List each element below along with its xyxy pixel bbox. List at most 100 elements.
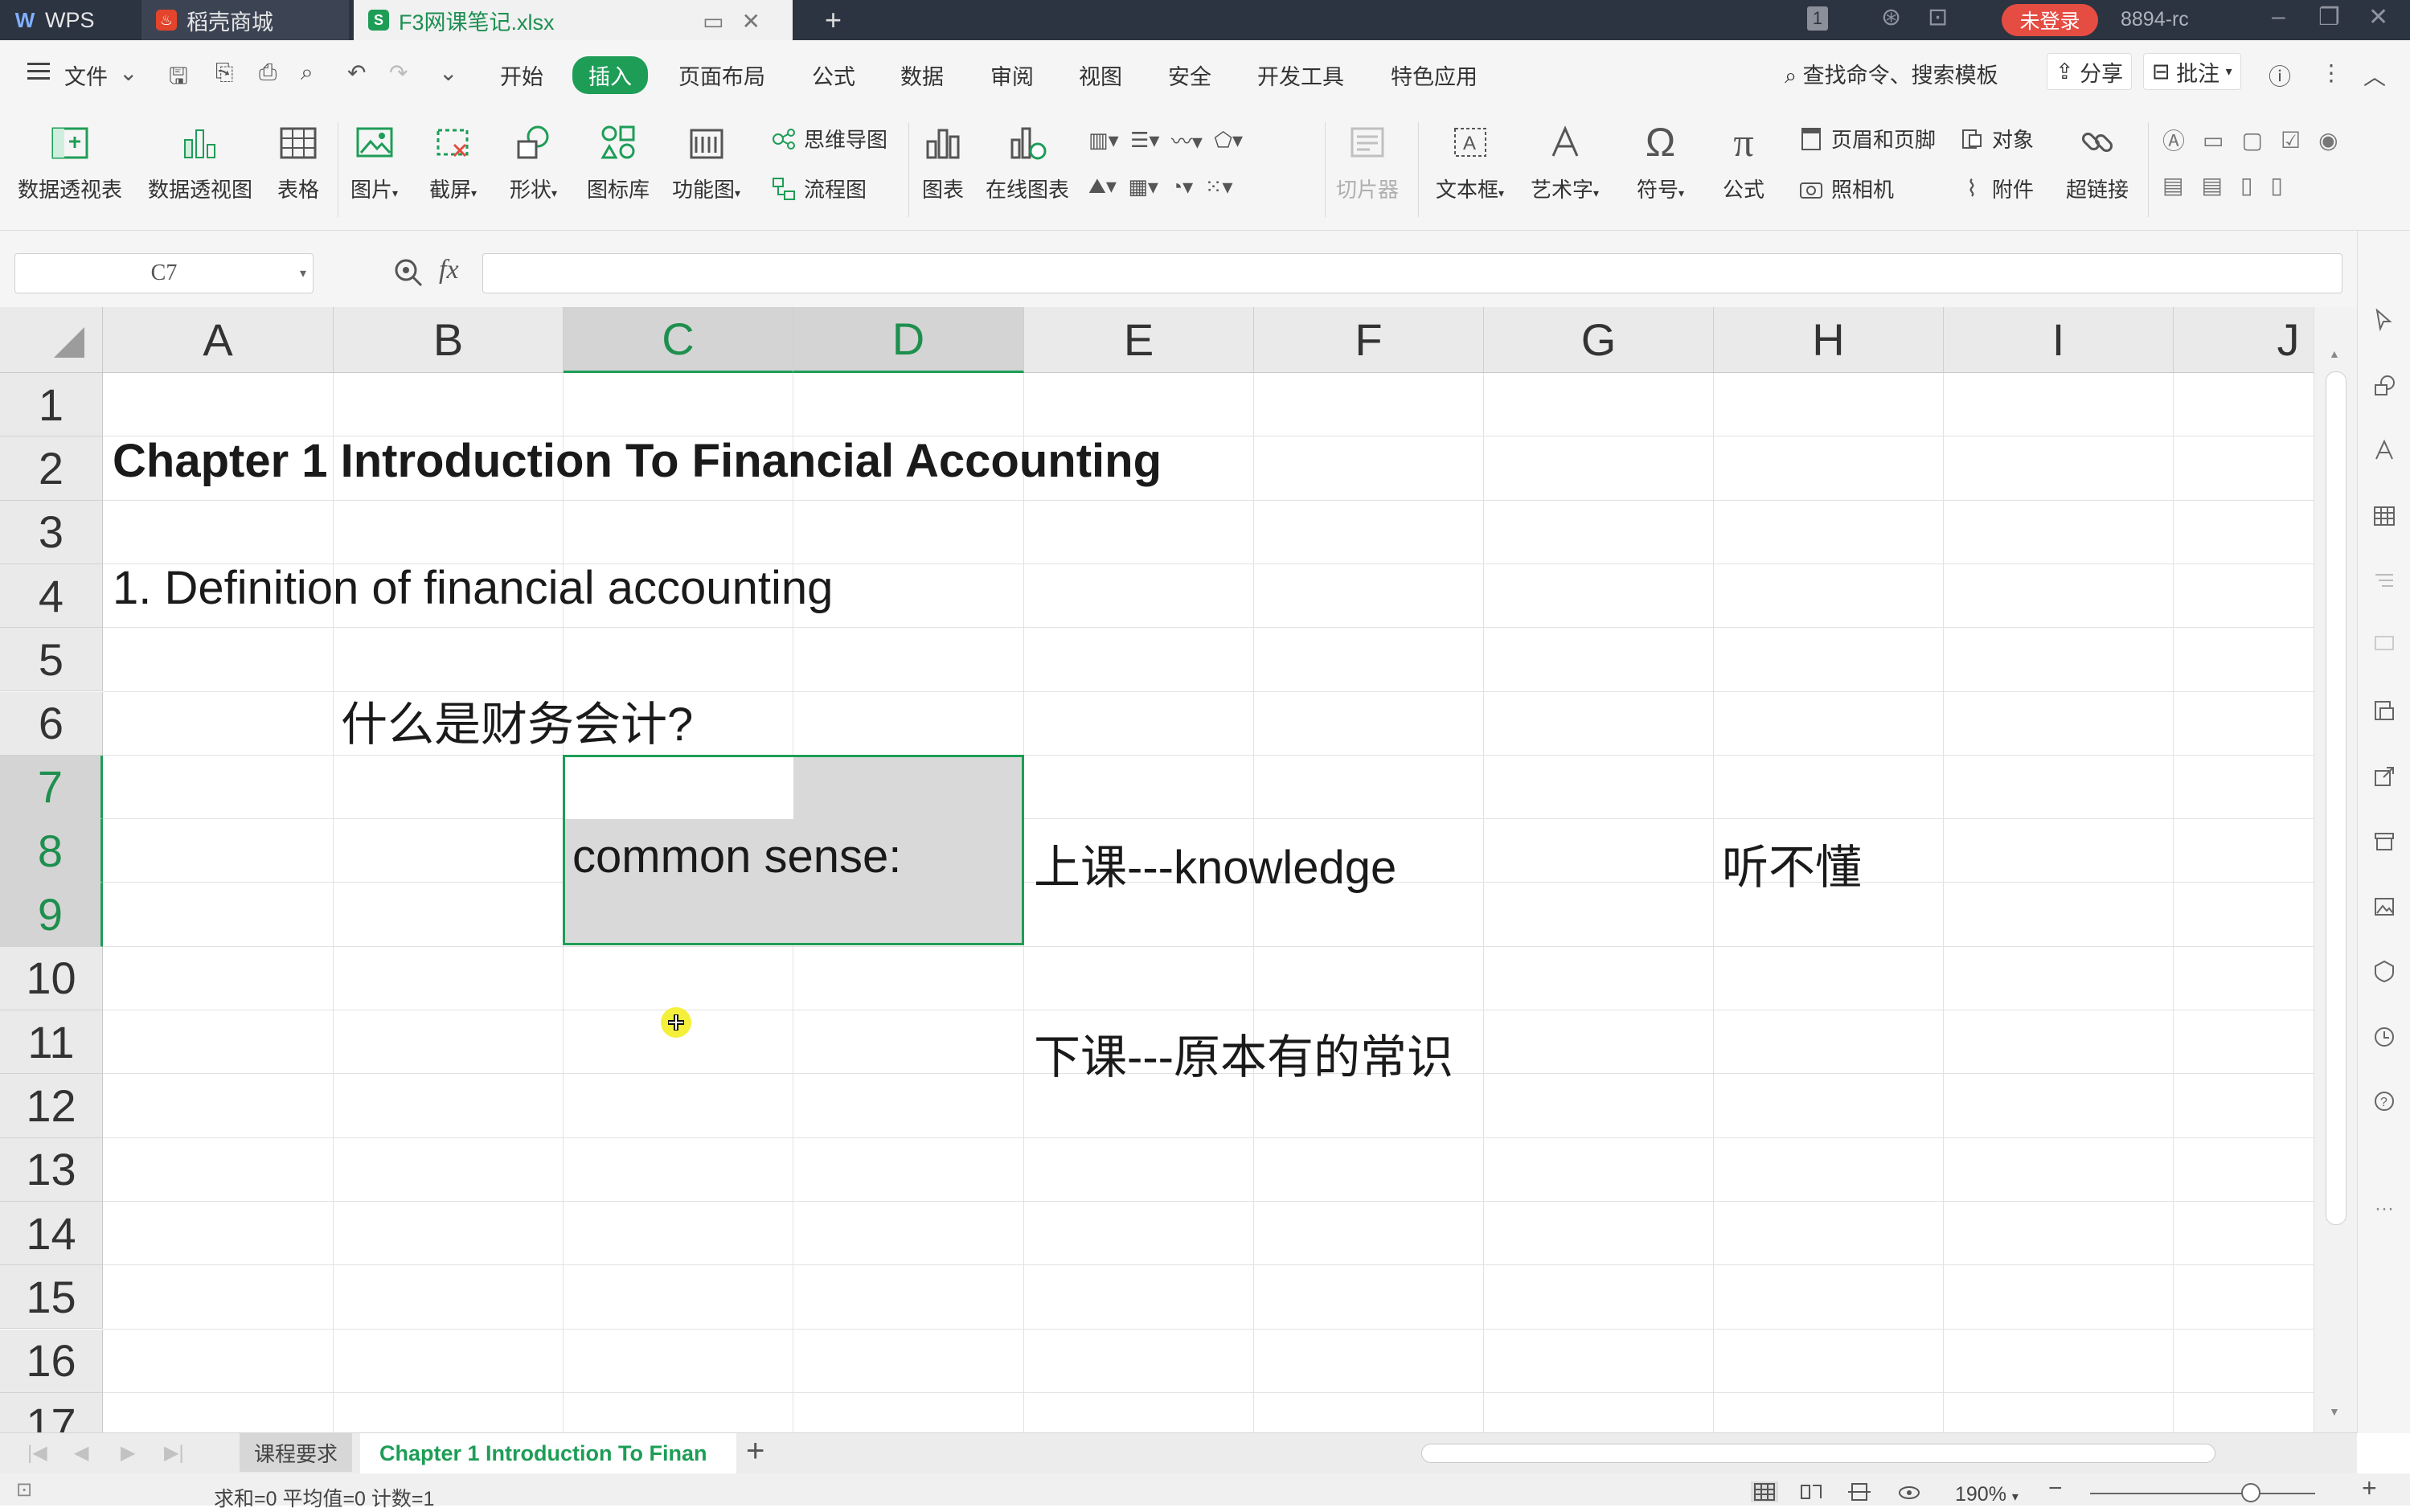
close-icon[interactable]: ✕ — [2368, 3, 2388, 31]
minimize-icon[interactable]: – — [2272, 3, 2285, 31]
column-header-J[interactable]: J — [2174, 307, 2314, 373]
menu-view[interactable]: 视图 — [1079, 59, 1122, 91]
row-header-9[interactable]: 9 — [0, 883, 103, 947]
column-header-H[interactable]: H — [1714, 307, 1944, 373]
skin-icon[interactable]: ⊛ — [1881, 3, 1901, 31]
horizontal-scroll-thumb[interactable] — [1421, 1444, 2215, 1463]
wps-home-tab[interactable]: W WPS — [0, 0, 137, 40]
pivot-chart-button[interactable]: 数据透视图 — [148, 121, 252, 203]
object-button[interactable]: 对象 — [1958, 124, 2034, 154]
vertical-scroll-thumb[interactable] — [2326, 371, 2346, 1225]
sheet-tab-course-requirements[interactable]: 课程要求 — [240, 1433, 352, 1472]
select-all-corner[interactable] — [0, 307, 103, 373]
vertical-scrollbar[interactable]: ▲ ▼ — [2314, 307, 2358, 1432]
eye-protection-icon[interactable] — [1896, 1481, 1923, 1502]
header-footer-button[interactable]: 页眉和页脚 — [1797, 124, 1936, 154]
row-header-4[interactable]: 4 — [0, 563, 103, 629]
camera-button[interactable]: 照相机 — [1797, 174, 1894, 203]
horizontal-scrollbar[interactable] — [1415, 1441, 2291, 1464]
row-header-16[interactable]: 16 — [0, 1329, 103, 1393]
history-panel-icon[interactable] — [2371, 1023, 2398, 1051]
add-sheet-button[interactable]: + — [746, 1433, 764, 1469]
row-header-15[interactable]: 15 — [0, 1265, 103, 1330]
radar-chart-icon[interactable]: ⬠▾ — [1214, 128, 1243, 153]
macro-record-icon[interactable]: ⊡ — [16, 1478, 32, 1502]
column-header-F[interactable]: F — [1254, 307, 1484, 373]
zoom-slider[interactable] — [2090, 1493, 2315, 1494]
name-box[interactable]: C7 ▾ — [14, 253, 314, 293]
filter-panel-icon[interactable] — [2371, 567, 2398, 594]
column-header-D[interactable]: D — [793, 307, 1024, 373]
undo-icon[interactable]: ↶ — [347, 59, 366, 86]
help-panel-icon[interactable]: ? — [2371, 1088, 2398, 1115]
zoom-slider-thumb[interactable] — [2241, 1483, 2260, 1502]
chevron-down-icon[interactable]: ⌄ — [119, 59, 137, 86]
first-sheet-icon[interactable]: |◀ — [27, 1441, 47, 1465]
menu-formulas[interactable]: 公式 — [812, 59, 855, 91]
maximize-icon[interactable]: ❐ — [2318, 3, 2340, 31]
collapse-ribbon-icon[interactable]: ︿ — [2363, 59, 2386, 92]
scroll-down-icon[interactable]: ▼ — [2329, 1405, 2340, 1418]
page-break-view-icon[interactable] — [1797, 1481, 1825, 1502]
share-panel-icon[interactable] — [2371, 763, 2398, 790]
page-layout-view-icon[interactable] — [1846, 1481, 1873, 1502]
new-tab-button[interactable]: + — [825, 3, 842, 37]
scroll-up-icon[interactable]: ▲ — [2329, 347, 2340, 360]
menu-data[interactable]: 数据 — [900, 59, 944, 91]
line-chart-icon[interactable]: 〰▾ — [1171, 125, 1203, 155]
zoom-out-button[interactable]: − — [2048, 1475, 2063, 1502]
next-sheet-icon[interactable]: ▶ — [121, 1441, 135, 1465]
formula-input[interactable] — [482, 253, 2342, 293]
shape-button[interactable]: 形状▾ — [510, 121, 557, 203]
share-button[interactable]: ⇪ 分享 — [2047, 53, 2133, 90]
row-header-8[interactable]: 8 — [0, 819, 103, 883]
comment-button[interactable]: ⊟ 批注 ▾ — [2143, 53, 2241, 90]
button-control-icon[interactable]: ▢ — [2241, 127, 2280, 154]
table-panel-icon[interactable] — [2371, 502, 2398, 530]
menu-security[interactable]: 安全 — [1168, 59, 1211, 91]
mindmap-button[interactable]: 思维导图 — [770, 124, 887, 154]
icon-library-button[interactable]: 图标库 — [587, 121, 650, 203]
chart-type-gallery-row2[interactable]: ⛰▾ ▦▾ ◔▾ ⁙▾ — [1088, 174, 1233, 199]
row-header-3[interactable]: 3 — [0, 500, 103, 564]
tab-close-icon[interactable]: ▭✕ — [703, 8, 778, 35]
prev-sheet-icon[interactable]: ◀ — [74, 1441, 88, 1465]
spreadsheet-grid[interactable]: ABCDEFGHIJ 1 2 3 4 5 6 7 8 9 10 11 12 13 14 15 16 17 Cha… — [0, 307, 2314, 1432]
form-controls-row1[interactable]: Ⓐ ▭ ▢ ☑ ◉ — [2162, 124, 2356, 156]
spinner-control-icon[interactable]: ▯ — [2270, 172, 2300, 199]
more-options-icon[interactable]: ⋮ — [2320, 59, 2342, 86]
wordart-button[interactable]: 艺术字▾ — [1531, 121, 1599, 203]
menu-insert[interactable]: 插入 — [572, 56, 648, 94]
sheet-tab-chapter-1[interactable]: Chapter 1 Introduction To Finan — [360, 1433, 736, 1473]
zoom-level[interactable]: 190% ▾ — [1955, 1483, 2019, 1506]
row-header-12[interactable]: 12 — [0, 1074, 103, 1138]
chevron-down-icon[interactable]: ▾ — [300, 265, 306, 281]
column-chart-icon[interactable]: ▥▾ — [1088, 128, 1119, 153]
textbox-button[interactable]: A 文本框▾ — [1436, 121, 1504, 203]
bar-chart-icon[interactable]: ☰▾ — [1130, 128, 1159, 153]
normal-view-icon[interactable] — [1751, 1481, 1778, 1502]
row-header-17[interactable]: 17 — [0, 1392, 103, 1432]
tab-docer-store[interactable]: ♨ 稻壳商城 — [141, 0, 349, 40]
last-sheet-icon[interactable]: ▶| — [164, 1441, 184, 1465]
shapes-panel-icon[interactable] — [2371, 372, 2398, 400]
stock-chart-icon[interactable]: ▦▾ — [1128, 174, 1158, 199]
row-header-10[interactable]: 10 — [0, 946, 103, 1010]
cell-A4[interactable]: 1. Definition of financial accounting — [113, 561, 833, 615]
quick-access-more-icon[interactable]: ⌄ — [439, 59, 457, 86]
redo-icon[interactable]: ↷ — [389, 59, 408, 86]
zoom-formula-icon[interactable] — [392, 256, 424, 293]
menu-home[interactable]: 开始 — [500, 59, 543, 91]
menu-file[interactable]: 文件 — [64, 59, 108, 91]
cell-A2[interactable]: Chapter 1 Introduction To Financial Acco… — [113, 434, 1162, 488]
select-pointer-icon[interactable] — [2371, 306, 2398, 334]
equation-button[interactable]: π 公式 — [1722, 120, 1765, 203]
window-count-badge[interactable]: 1 — [1807, 6, 1828, 31]
row-header-6[interactable]: 6 — [0, 691, 103, 756]
more-panel-icon[interactable]: ··· — [2371, 1195, 2398, 1223]
style-panel-icon[interactable] — [2371, 436, 2398, 464]
table-button[interactable]: 表格 — [277, 121, 320, 203]
row-header-7[interactable]: 7 — [0, 755, 103, 820]
menu-page-layout[interactable]: 页面布局 — [678, 59, 765, 91]
column-header-C[interactable]: C — [564, 307, 793, 373]
